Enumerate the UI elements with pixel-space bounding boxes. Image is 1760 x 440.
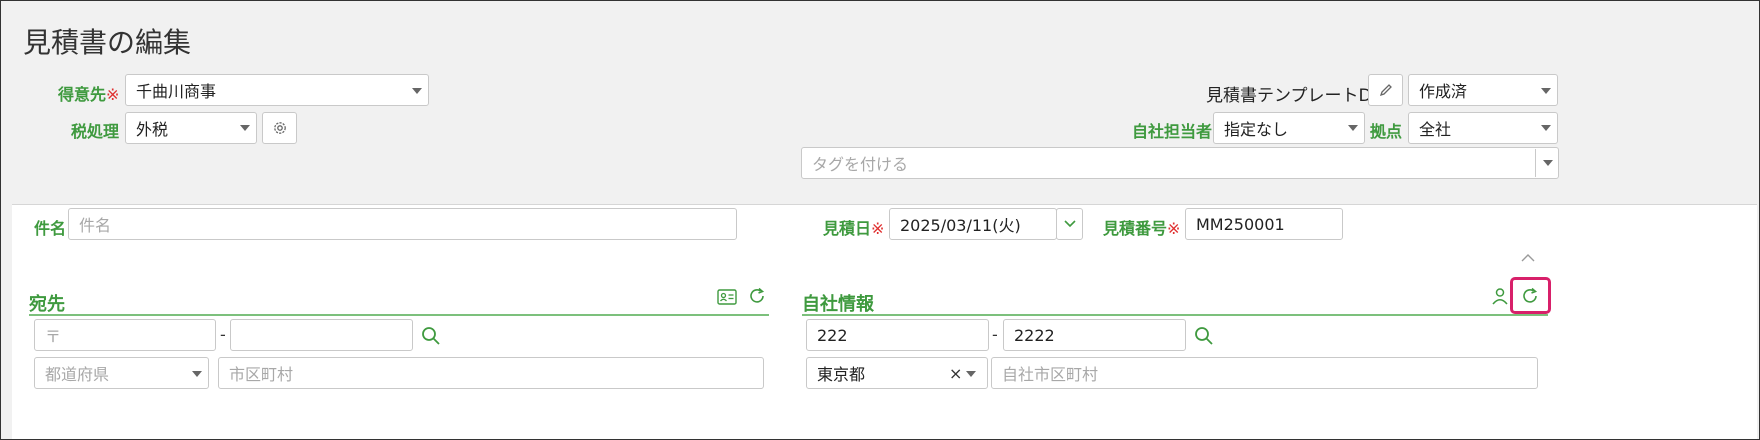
company-prefecture-value: 東京都 xyxy=(817,365,866,384)
staff-value: 指定なし xyxy=(1224,120,1289,139)
tax-select[interactable]: 外税 xyxy=(125,112,257,144)
customer-value: 千曲川商事 xyxy=(136,82,217,101)
company-postal-2-value: 2222 xyxy=(1014,325,1055,345)
company-city-placeholder: 自社市区町村 xyxy=(1002,365,1099,384)
status-select[interactable]: 作成済 xyxy=(1408,74,1558,106)
company-postal-1-value: 222 xyxy=(817,325,848,345)
company-info-section-title: 自社情報 xyxy=(802,294,874,315)
tags-placeholder: タグを付ける xyxy=(812,155,909,174)
subject-label: 件名 xyxy=(34,219,67,238)
gear-icon xyxy=(273,122,286,134)
recipient-postal-code-1-input[interactable]: 〒 xyxy=(34,319,216,351)
pencil-icon xyxy=(1379,84,1392,97)
company-person-button[interactable] xyxy=(1489,285,1511,307)
staff-chevron-down-icon xyxy=(1348,125,1358,131)
estimate-number-input[interactable]: MM250001 xyxy=(1185,208,1343,240)
prefecture-placeholder: 都道府県 xyxy=(45,365,110,384)
company-postal-dash: - xyxy=(992,325,998,344)
company-info-section-underline xyxy=(802,314,1548,316)
recipient-postal-code-2-input[interactable] xyxy=(230,319,413,351)
subject-input[interactable]: 件名 xyxy=(68,208,737,240)
tax-label: 税処理 xyxy=(71,122,120,141)
tax-value: 外税 xyxy=(136,120,169,139)
company-prefecture-chevron-down-icon xyxy=(966,371,976,377)
estimate-number-value: MM250001 xyxy=(1196,214,1285,234)
customer-chevron-down-icon xyxy=(412,88,422,94)
recipient-section-underline xyxy=(29,314,769,316)
template-name: 見積書テンプレートD xyxy=(1206,86,1372,106)
postal-dash: - xyxy=(220,325,226,344)
customer-label: 得意先※ xyxy=(58,85,120,104)
edit-estimate-window: 見積書の編集 得意先※ 千曲川商事 税処理 外税 見積書テンプレートD 作成済 … xyxy=(0,0,1760,440)
branch-value: 全社 xyxy=(1419,120,1452,139)
tax-settings-button[interactable] xyxy=(262,112,297,144)
tags-input[interactable]: タグを付ける xyxy=(801,147,1559,179)
estimate-date-label: 見積日※ xyxy=(823,219,885,238)
chevron-up-icon xyxy=(1521,254,1535,262)
prefecture-chevron-down-icon xyxy=(192,371,202,377)
customer-select[interactable]: 千曲川商事 xyxy=(125,74,429,106)
company-city-input[interactable]: 自社市区町村 xyxy=(991,357,1538,389)
recipient-refresh-button[interactable] xyxy=(746,285,768,307)
recipient-section-title: 宛先 xyxy=(29,294,65,315)
status-chevron-down-icon xyxy=(1541,88,1551,94)
estimate-number-label: 見積番号※ xyxy=(1103,219,1181,238)
estimate-date-value: 2025/03/11(火) xyxy=(900,216,1021,235)
collapse-button[interactable] xyxy=(1518,251,1538,265)
recipient-postal-search-button[interactable] xyxy=(420,325,442,347)
company-postal-code-1-input[interactable]: 222 xyxy=(806,319,989,351)
address-book-button[interactable] xyxy=(716,287,738,307)
estimate-date-input[interactable]: 2025/03/11(火) xyxy=(889,208,1057,240)
staff-label: 自社担当者 xyxy=(1132,122,1213,141)
tags-divider xyxy=(1535,149,1536,177)
page-title: 見積書の編集 xyxy=(23,26,192,59)
branch-select[interactable]: 全社 xyxy=(1408,112,1558,144)
tags-chevron-down-icon[interactable] xyxy=(1543,160,1553,166)
contact-card-icon xyxy=(717,289,737,305)
company-refresh-button[interactable] xyxy=(1519,285,1541,307)
company-postal-search-button[interactable] xyxy=(1193,325,1215,347)
branch-chevron-down-icon xyxy=(1541,125,1551,131)
company-postal-code-2-input[interactable]: 2222 xyxy=(1003,319,1186,351)
refresh-icon xyxy=(1523,287,1538,303)
staff-select[interactable]: 指定なし xyxy=(1213,112,1365,144)
edit-template-button[interactable] xyxy=(1368,74,1403,106)
person-icon xyxy=(1492,288,1508,305)
city-placeholder: 市区町村 xyxy=(229,365,294,384)
recipient-city-input[interactable]: 市区町村 xyxy=(218,357,764,389)
chevron-down-icon xyxy=(1063,220,1076,228)
search-icon xyxy=(1195,327,1213,345)
tax-chevron-down-icon xyxy=(240,125,250,131)
clear-prefecture-button[interactable]: × xyxy=(949,364,962,383)
postal-placeholder: 〒 xyxy=(45,327,62,346)
status-value: 作成済 xyxy=(1419,82,1468,101)
date-picker-button[interactable] xyxy=(1056,208,1083,240)
refresh-icon xyxy=(750,287,765,303)
subject-placeholder: 件名 xyxy=(79,216,112,235)
search-icon xyxy=(422,327,440,345)
branch-label: 拠点 xyxy=(1370,122,1403,141)
recipient-prefecture-select[interactable]: 都道府県 xyxy=(34,357,209,389)
main-panel: 件名 件名 見積日※ 2025/03/11(火) 見積番号※ MM250001 … xyxy=(12,204,1757,439)
